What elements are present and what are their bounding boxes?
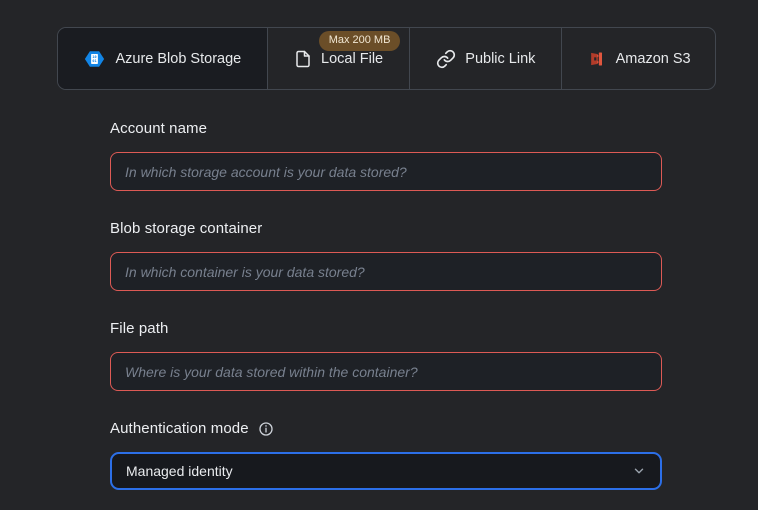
s3-bucket-icon [587,49,607,69]
blob-container-label: Blob storage container [110,220,262,237]
file-path-input[interactable] [110,352,662,391]
auth-mode-selected-value: Managed identity [126,463,233,479]
blob-container-input[interactable] [110,252,662,291]
auth-mode-select[interactable]: Managed identity [110,452,662,490]
svg-text:01: 01 [93,58,97,62]
account-name-input[interactable] [110,152,662,191]
tab-amazon-s3[interactable]: Amazon S3 [562,28,715,89]
document-icon [294,49,312,69]
tab-label: Public Link [465,51,535,67]
tab-local-file[interactable]: Max 200 MB Local File [268,28,411,89]
tab-label: Local File [321,51,383,67]
tab-azure-blob-storage[interactable]: 10 01 Azure Blob Storage [58,28,268,89]
auth-mode-label-row: Authentication mode [110,420,274,437]
tab-public-link[interactable]: Public Link [410,28,562,89]
data-source-tabbar: 10 01 Azure Blob Storage Max 200 MB Loca… [57,27,716,90]
tab-label: Amazon S3 [616,51,691,67]
data-source-panel: 10 01 Azure Blob Storage Max 200 MB Loca… [0,0,758,510]
auth-mode-label: Authentication mode [110,420,249,437]
chevron-down-icon [632,464,646,478]
file-path-label: File path [110,320,168,337]
account-name-label: Account name [110,120,207,137]
info-icon[interactable] [258,421,274,437]
max-size-badge: Max 200 MB [319,31,401,51]
link-icon [436,49,456,69]
tab-label: Azure Blob Storage [115,51,241,67]
azure-blob-icon: 10 01 [83,48,106,70]
